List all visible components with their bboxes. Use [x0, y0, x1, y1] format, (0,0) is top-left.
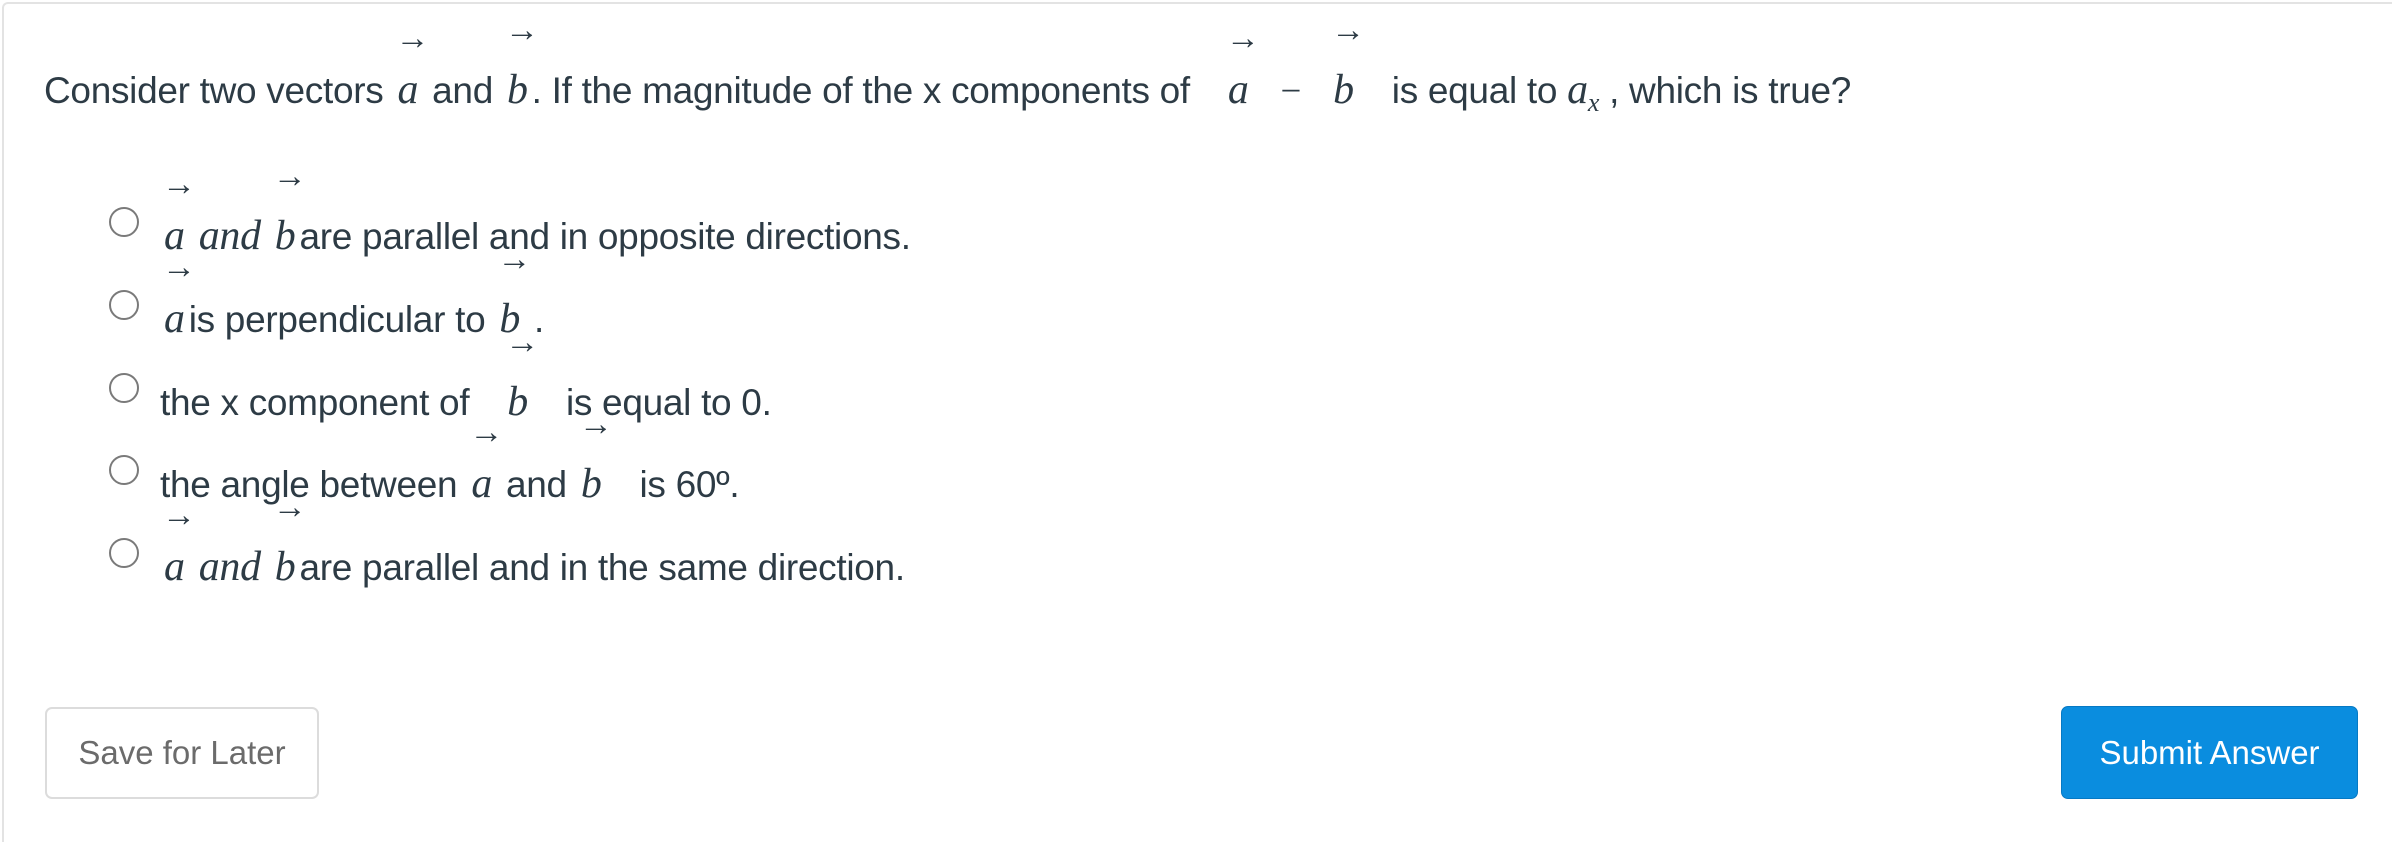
vector-arrow-icon: →: [504, 12, 539, 49]
vector-arrow-icon: →: [1225, 20, 1260, 57]
vector-b: → b: [505, 323, 539, 425]
vector-arrow-icon: →: [578, 406, 613, 444]
vector-arrow-icon: →: [395, 20, 430, 57]
question-middle: . If the magnitude of the x components o…: [531, 70, 1191, 111]
vector-arrow-icon: →: [162, 497, 196, 535]
and-italic: and: [198, 544, 261, 591]
vector-arrow-icon: →: [272, 489, 307, 527]
option-text: the angle between → a and → b is 60º.: [160, 406, 740, 525]
save-for-later-button[interactable]: Save for Later: [45, 707, 319, 799]
vector-arrow-icon: →: [1331, 12, 1365, 49]
vector-b: → b: [578, 406, 613, 508]
vector-b: → b: [272, 158, 307, 260]
radio-button[interactable]: [109, 207, 139, 237]
submit-answer-button[interactable]: Submit Answer: [2061, 706, 2358, 799]
vector-arrow-icon: →: [272, 158, 307, 195]
vector-arrow-icon: →: [469, 414, 504, 452]
option-text: the x component of → b is equal to 0.: [160, 323, 772, 443]
vector-b: → b: [272, 489, 307, 591]
question-after-diff: is equal to: [1391, 70, 1558, 111]
vector-a: → a: [162, 248, 196, 342]
vector-a: → a: [395, 20, 430, 114]
option-text: → a and → b are parallel and in the same di…: [160, 489, 905, 608]
minus-sign: −: [1280, 71, 1302, 112]
vector-arrow-icon: →: [505, 323, 539, 361]
vector-arrow-icon: →: [162, 248, 196, 286]
vector-a: → a: [1225, 20, 1260, 114]
radio-button[interactable]: [109, 289, 139, 320]
question-suffix: , which is true?: [1609, 70, 1852, 111]
vector-b: → b: [1331, 12, 1365, 114]
a-x-symbol: ax: [1567, 67, 1600, 117]
option-text: → a is perpendicular to → b .: [160, 242, 544, 360]
question-prefix: Consider two vectors: [44, 70, 384, 111]
vector-arrow-icon: →: [162, 166, 196, 203]
vector-a: → a: [469, 414, 504, 508]
radio-button[interactable]: [109, 372, 139, 403]
question-and: and: [432, 70, 493, 111]
vector-arrow-icon: →: [497, 240, 532, 278]
option-text: → a and → b are parallel and in opposite di…: [160, 158, 911, 277]
question-text: Consider two vectors → a and → b. If the m…: [44, 12, 1852, 143]
vector-a: → a: [162, 497, 196, 591]
and-italic: and: [198, 213, 261, 259]
vector-b: → b: [504, 12, 539, 114]
radio-button[interactable]: [109, 538, 139, 569]
